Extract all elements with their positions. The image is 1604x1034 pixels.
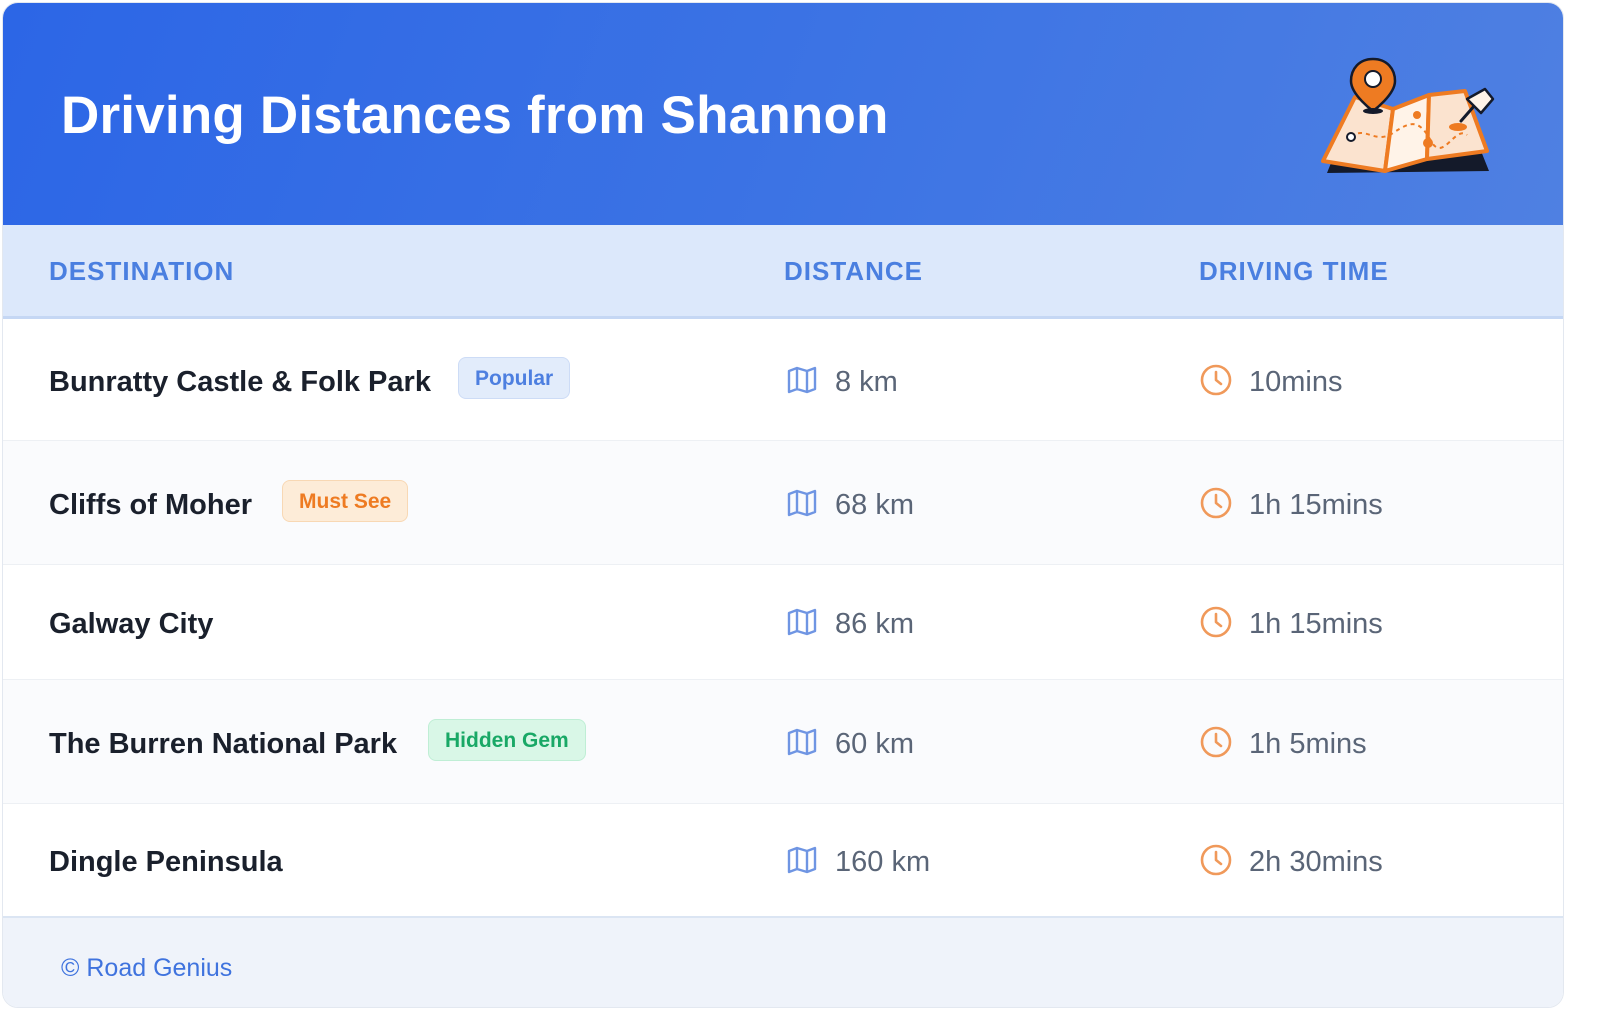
map-icon (787, 366, 817, 394)
badge-hidden-gem: Hidden Gem (428, 719, 586, 761)
driving-time-value: 10mins (1249, 366, 1343, 398)
driving-time-value: 1h 15mins (1249, 489, 1383, 521)
column-header-driving-time: DRIVING TIME (1199, 256, 1389, 286)
map-icon (787, 728, 817, 756)
destination-name: Galway City (49, 608, 214, 640)
distance-value: 8 km (835, 366, 898, 398)
clock-icon (1200, 606, 1232, 638)
destination-name: The Burren National Park (49, 728, 398, 760)
distance-value: 160 km (835, 846, 931, 878)
column-header-destination: DESTINATION (49, 256, 235, 286)
table-row: Cliffs of Moher Must See 68 km 1h 15mins (3, 441, 1563, 565)
table-row: Dingle Peninsula 160 km 2h 30mins (3, 804, 1563, 916)
map-icon (787, 846, 817, 874)
map-icon (787, 489, 817, 517)
map-with-pins-icon (1321, 57, 1495, 173)
table-row: The Burren National Park Hidden Gem 60 k… (3, 680, 1563, 804)
distance-value: 86 km (835, 608, 914, 640)
driving-time-value: 1h 15mins (1249, 608, 1383, 640)
copyright-text: © Road Genius (61, 954, 233, 982)
destination-name: Cliffs of Moher (49, 489, 252, 521)
clock-icon (1200, 487, 1232, 519)
destination-name: Bunratty Castle & Folk Park (49, 366, 431, 398)
card-footer: © Road Genius (3, 916, 1563, 1007)
card-header: Driving Distances from Shannon (3, 3, 1563, 225)
clock-icon (1200, 364, 1232, 396)
column-header-distance: DISTANCE (784, 256, 923, 286)
table-header: DESTINATION DISTANCE DRIVING TIME (3, 225, 1563, 319)
map-icon (787, 608, 817, 636)
table-row: Bunratty Castle & Folk Park Popular 8 km… (3, 319, 1563, 441)
driving-time-value: 1h 5mins (1249, 728, 1367, 760)
driving-time-value: 2h 30mins (1249, 846, 1383, 878)
driving-distances-card: Driving Distances from Shannon DESTINATI… (2, 2, 1564, 1008)
destination-name: Dingle Peninsula (49, 846, 283, 878)
distance-value: 60 km (835, 728, 914, 760)
page-title: Driving Distances from Shannon (61, 86, 889, 145)
clock-icon (1200, 844, 1232, 876)
clock-icon (1200, 726, 1232, 758)
badge-popular: Popular (458, 357, 571, 399)
badge-must-see: Must See (282, 480, 409, 522)
table-row: Galway City 86 km 1h 15mins (3, 565, 1563, 680)
distance-value: 68 km (835, 489, 914, 521)
